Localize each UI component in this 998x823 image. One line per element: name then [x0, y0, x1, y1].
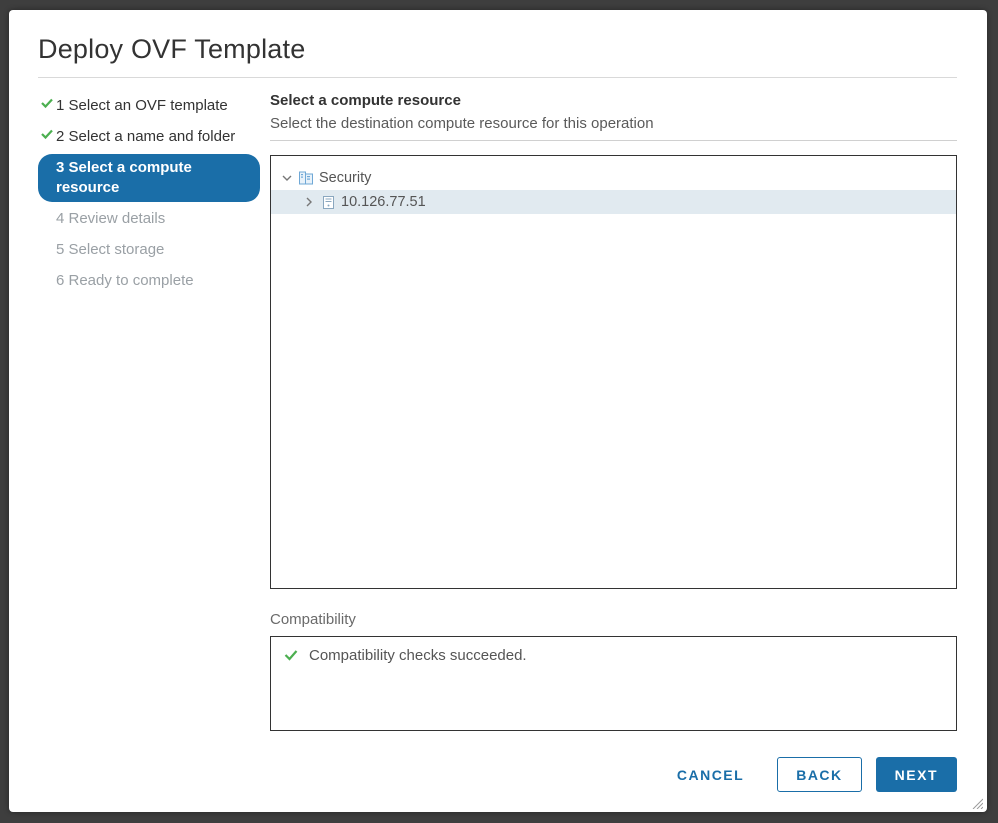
- tree-row-datacenter[interactable]: Security: [271, 166, 956, 190]
- wizard-step-label: 4 Review details: [56, 209, 165, 229]
- compute-resource-tree[interactable]: Security: [270, 155, 957, 589]
- cancel-button[interactable]: CANCEL: [658, 757, 763, 792]
- wizard-step-label: 2 Select a name and folder: [56, 127, 235, 147]
- tree-row-host[interactable]: 10.126.77.51: [271, 190, 956, 214]
- host-icon: [321, 195, 335, 209]
- checkmark-icon: [38, 96, 56, 116]
- wizard-step-label: 3 Select a compute resource: [56, 158, 250, 198]
- compatibility-label: Compatibility: [270, 611, 957, 628]
- compatibility-panel: Compatibility checks succeeded.: [270, 636, 957, 731]
- next-button[interactable]: NEXT: [876, 757, 957, 792]
- wizard-step-4[interactable]: 4 Review details: [38, 205, 260, 233]
- back-button[interactable]: BACK: [777, 757, 861, 792]
- checkmark-icon: [38, 127, 56, 147]
- compatibility-text: Compatibility checks succeeded.: [309, 647, 527, 664]
- wizard-step-label: 5 Select storage: [56, 240, 164, 260]
- chevron-right-icon[interactable]: [303, 196, 315, 208]
- wizard-step-1[interactable]: 1 Select an OVF template: [38, 92, 260, 120]
- compatibility-message: Compatibility checks succeeded.: [283, 647, 944, 664]
- wizard-content: Select a compute resource Select the des…: [270, 92, 957, 792]
- wizard-step-label: 1 Select an OVF template: [56, 96, 228, 116]
- chevron-down-icon[interactable]: [281, 172, 293, 184]
- wizard-footer: CANCEL BACK NEXT: [270, 731, 957, 792]
- wizard-step-3[interactable]: 3 Select a compute resource: [38, 154, 260, 202]
- wizard-step-label: 6 Ready to complete: [56, 271, 194, 291]
- dialog-title: Deploy OVF Template: [38, 34, 957, 78]
- wizard-step-5[interactable]: 5 Select storage: [38, 236, 260, 264]
- wizard-step-6[interactable]: 6 Ready to complete: [38, 267, 260, 295]
- resize-grip-icon[interactable]: [971, 796, 983, 808]
- tree-item-label: 10.126.77.51: [341, 194, 426, 210]
- section-subheading: Select the destination compute resource …: [270, 115, 957, 141]
- checkmark-icon: [283, 647, 299, 663]
- wizard-step-2[interactable]: 2 Select a name and folder: [38, 123, 260, 151]
- deploy-ovf-dialog: Deploy OVF Template 1 Select an OVF temp…: [9, 10, 987, 812]
- datacenter-icon: [299, 171, 313, 185]
- section-heading: Select a compute resource: [270, 92, 957, 109]
- tree-item-label: Security: [319, 170, 371, 186]
- wizard-steps: 1 Select an OVF template 2 Select a name…: [38, 92, 270, 792]
